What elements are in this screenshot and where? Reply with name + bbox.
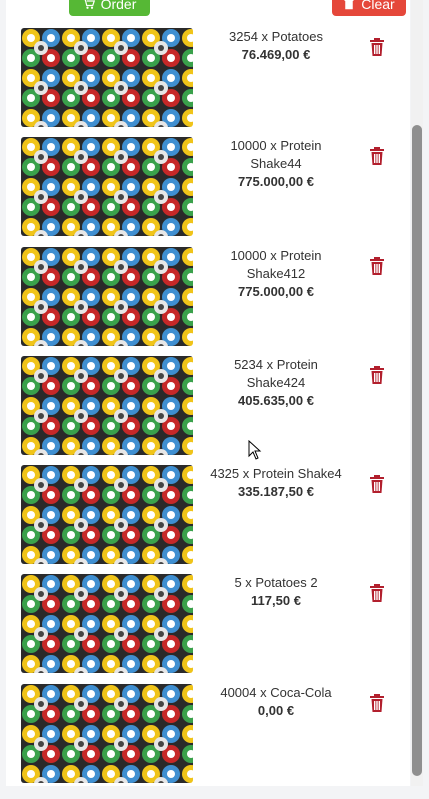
item-name: 3254 x Potatoes	[229, 29, 323, 44]
item-name: 5234 x Protein Shake424	[234, 357, 318, 390]
item-info: 10000 x Protein Shake412 775.000,00 €	[210, 247, 342, 301]
item-name: 10000 x Protein Shake44	[230, 138, 322, 171]
cart-item: 40004 x Coca-Cola 0,00 €	[21, 684, 397, 784]
item-info: 4325 x Protein Shake4 335.187,50 €	[210, 465, 342, 501]
cart-item: 4325 x Protein Shake4 335.187,50 €	[21, 465, 397, 565]
cart-item: 3254 x Potatoes 76.469,00 €	[21, 28, 397, 128]
cart-item: 10000 x Protein Shake44 775.000,00 €	[21, 137, 397, 237]
product-image	[21, 247, 193, 346]
trash-icon[interactable]	[369, 474, 385, 494]
item-info: 5 x Potatoes 2 117,50 €	[210, 574, 342, 610]
trash-icon[interactable]	[369, 583, 385, 603]
item-price: 775.000,00 €	[238, 174, 314, 189]
item-name: 10000 x Protein Shake412	[230, 248, 322, 281]
item-info: 10000 x Protein Shake44 775.000,00 €	[210, 137, 342, 191]
product-image	[21, 574, 193, 673]
product-image	[21, 137, 193, 236]
item-price: 405.635,00 €	[238, 393, 314, 408]
scrollbar[interactable]	[411, 0, 423, 786]
item-info: 3254 x Potatoes 76.469,00 €	[210, 28, 342, 64]
trash-icon[interactable]	[369, 256, 385, 276]
order-button[interactable]: Order	[69, 0, 150, 16]
clear-label: Clear	[361, 0, 395, 12]
item-info: 5234 x Protein Shake424 405.635,00 €	[210, 356, 342, 410]
trash-icon[interactable]	[369, 693, 385, 713]
cart-item: 5234 x Protein Shake424 405.635,00 €	[21, 356, 397, 456]
product-image	[21, 356, 193, 455]
mouse-cursor-icon	[248, 440, 262, 460]
scrollbar-thumb[interactable]	[412, 125, 422, 776]
clear-button[interactable]: Clear	[332, 0, 406, 16]
order-label: Order	[100, 0, 137, 12]
item-info: 40004 x Coca-Cola 0,00 €	[210, 684, 342, 720]
trash-icon	[344, 0, 354, 10]
item-price: 76.469,00 €	[241, 47, 311, 62]
trash-icon[interactable]	[369, 146, 385, 166]
item-name: 4325 x Protein Shake4	[210, 466, 342, 481]
item-price: 117,50 €	[251, 593, 301, 608]
product-image	[21, 684, 193, 783]
cart-panel: Order Clear 3254 x Potatoes 76.469,00 € …	[6, 0, 410, 786]
item-name: 5 x Potatoes 2	[234, 575, 318, 590]
cart-item: 10000 x Protein Shake412 775.000,00 €	[21, 247, 397, 347]
item-price: 335.187,50 €	[238, 484, 314, 499]
cart-item: 5 x Potatoes 2 117,50 €	[21, 574, 397, 674]
product-image	[21, 28, 193, 127]
product-image	[21, 465, 193, 564]
cart-icon	[83, 0, 95, 9]
trash-icon[interactable]	[369, 365, 385, 385]
trash-icon[interactable]	[369, 37, 385, 57]
item-name: 40004 x Coca-Cola	[220, 685, 332, 700]
item-price: 0,00 €	[257, 703, 295, 718]
item-price: 775.000,00 €	[238, 284, 314, 299]
